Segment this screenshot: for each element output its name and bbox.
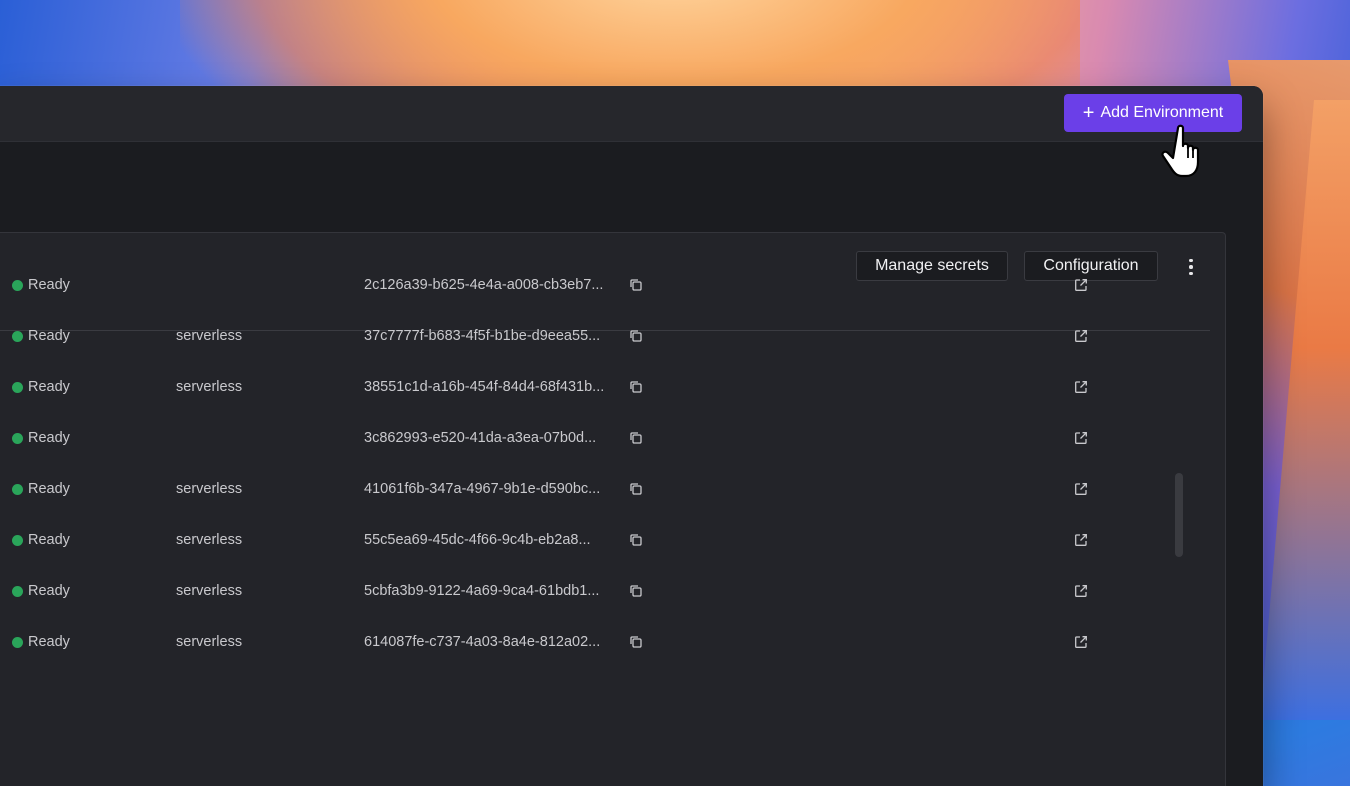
status-dot-icon xyxy=(12,483,23,495)
external-link-icon[interactable] xyxy=(1073,328,1089,344)
copy-icon[interactable] xyxy=(628,328,644,344)
copy-icon[interactable] xyxy=(628,481,644,497)
status-label: Ready xyxy=(28,277,70,293)
table-row: Ready serverless 5cbfa3b9-9122-4a69-9ca4-6… xyxy=(0,566,1210,617)
app-window: + Add Environment Manage secrets Configu… xyxy=(0,86,1263,786)
status-label: Ready xyxy=(28,634,70,650)
environment-id: 614087fe-c737-4a03-8a4e-812a02... xyxy=(364,634,601,650)
copy-icon[interactable] xyxy=(628,532,644,548)
environment-id: 2c126a39-b625-4e4a-a008-cb3eb7... xyxy=(364,277,604,293)
status-badge: Ready xyxy=(12,362,70,413)
status-label: Ready xyxy=(28,328,70,344)
table-row: Ready serverless 55c5ea69-45dc-4f66-9c4b-e… xyxy=(0,515,1210,566)
status-badge: Ready xyxy=(12,311,70,362)
external-link-icon[interactable] xyxy=(1073,634,1089,650)
top-bar: + Add Environment xyxy=(0,86,1263,142)
hand-pointer-cursor-icon xyxy=(1161,124,1200,178)
status-label: Ready xyxy=(28,379,70,395)
copy-icon[interactable] xyxy=(628,430,644,446)
copy-icon[interactable] xyxy=(628,277,644,293)
add-environment-label: Add Environment xyxy=(1100,104,1224,121)
environment-type: serverless xyxy=(176,532,243,548)
status-badge: Ready xyxy=(12,260,70,311)
copy-icon[interactable] xyxy=(628,583,644,599)
table-row: Ready serverless 614087fe-c737-4a03-8a4e-8… xyxy=(0,617,1210,668)
status-dot-icon xyxy=(12,432,23,444)
table-row: Ready serverless 37c7777f-b683-4f5f-b1be-d… xyxy=(0,311,1210,362)
status-dot-icon xyxy=(12,636,23,648)
copy-icon[interactable] xyxy=(628,379,644,395)
status-dot-icon xyxy=(12,585,23,597)
status-badge: Ready xyxy=(12,413,70,464)
environment-type: serverless xyxy=(176,379,243,395)
environment-type: serverless xyxy=(176,481,243,497)
external-link-icon[interactable] xyxy=(1073,481,1089,497)
environment-type: serverless xyxy=(176,634,243,650)
table-row: Ready serverless 38551c1d-a16b-454f-84d4-6… xyxy=(0,362,1210,413)
scrollbar[interactable] xyxy=(1175,473,1183,557)
external-link-icon[interactable] xyxy=(1073,532,1089,548)
plus-icon: + xyxy=(1082,102,1095,124)
status-dot-icon xyxy=(12,381,23,393)
environment-type: serverless xyxy=(176,328,243,344)
status-dot-icon xyxy=(12,330,23,342)
table-row: Ready serverless 41061f6b-347a-4967-9b1e-d… xyxy=(0,464,1210,515)
environment-id: 55c5ea69-45dc-4f66-9c4b-eb2a8... xyxy=(364,532,591,548)
copy-icon[interactable] xyxy=(628,634,644,650)
environment-id: 38551c1d-a16b-454f-84d4-68f431b... xyxy=(364,379,605,395)
table-row: Ready 2c126a39-b625-4e4a-a008-cb3eb7... xyxy=(0,260,1210,311)
status-dot-icon xyxy=(12,534,23,546)
status-badge: Ready xyxy=(12,566,70,617)
status-label: Ready xyxy=(28,430,70,446)
environment-id: 37c7777f-b683-4f5f-b1be-d9eea55... xyxy=(364,328,601,344)
environment-id: 3c862993-e520-41da-a3ea-07b0d... xyxy=(364,430,597,446)
status-dot-icon xyxy=(12,279,23,291)
environment-id: 41061f6b-347a-4967-9b1e-d590bc... xyxy=(364,481,601,497)
environment-type: serverless xyxy=(176,583,243,599)
status-badge: Ready xyxy=(12,617,70,668)
status-label: Ready xyxy=(28,481,70,497)
status-badge: Ready xyxy=(12,515,70,566)
status-badge: Ready xyxy=(12,464,70,515)
external-link-icon[interactable] xyxy=(1073,277,1089,293)
external-link-icon[interactable] xyxy=(1073,583,1089,599)
table-row: Ready 3c862993-e520-41da-a3ea-07b0d... xyxy=(0,413,1210,464)
external-link-icon[interactable] xyxy=(1073,430,1089,446)
status-label: Ready xyxy=(28,532,70,548)
external-link-icon[interactable] xyxy=(1073,379,1089,395)
status-label: Ready xyxy=(28,583,70,599)
environments-card: Manage secrets Configuration Ready 2c126a… xyxy=(0,232,1226,786)
environment-id: 5cbfa3b9-9122-4a69-9ca4-61bdb1... xyxy=(364,583,600,599)
